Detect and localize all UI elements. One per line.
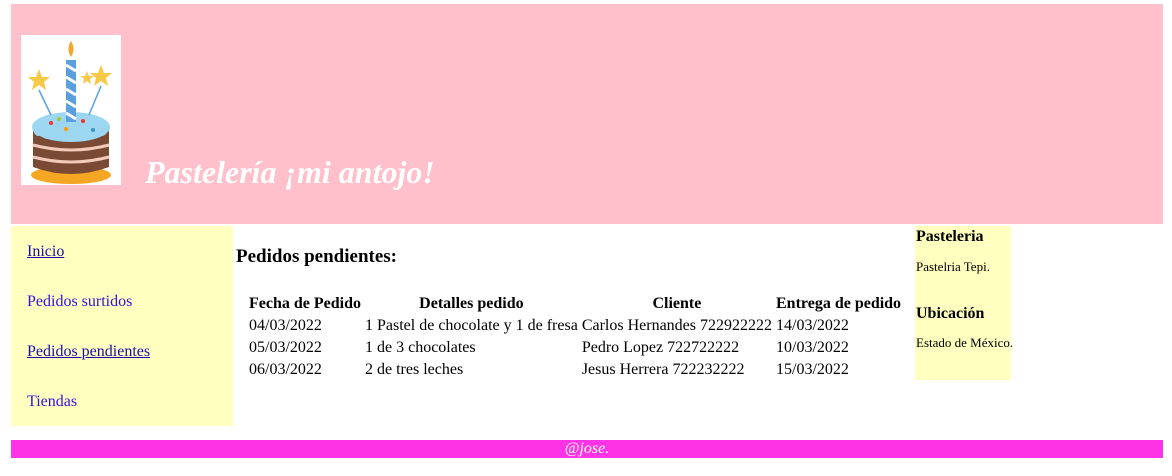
cell-detalles: 1 Pastel de chocolate y 1 de fresa <box>365 317 578 334</box>
nav-link-pedidos-pendientes[interactable]: Pedidos pendientes <box>27 343 150 361</box>
ubicacion-text: Estado de México. <box>916 335 1014 350</box>
column-header-cliente: Cliente <box>652 295 702 312</box>
site-header: Pastelería ¡mi antojo! <box>11 4 1163 224</box>
pasteleria-text: Pastelria Tepi. <box>916 259 990 274</box>
page-heading: Pedidos pendientes: <box>236 246 397 267</box>
pending-orders-table: Fecha de Pedido Detalles pedido Cliente … <box>246 293 904 381</box>
info-aside: Pasteleria Pastelria Tepi. Ubicación Est… <box>915 226 1014 380</box>
cell-entrega: 14/03/2022 <box>776 317 849 334</box>
table-header-row: Fecha de Pedido Detalles pedido Cliente … <box>248 293 902 315</box>
cell-cliente: Jesus Herrera 722232222 <box>581 361 745 378</box>
table-row: 05/03/2022 1 de 3 chocolates Pedro Lopez… <box>248 337 902 359</box>
table-row: 04/03/2022 1 Pastel de chocolate y 1 de … <box>248 315 902 337</box>
cell-detalles: 1 de 3 chocolates <box>365 339 476 356</box>
site-footer: @jose. <box>11 440 1163 458</box>
cell-entrega: 15/03/2022 <box>776 361 849 378</box>
main-content: Pedidos pendientes: Fecha de Pedido Deta… <box>236 226 912 426</box>
cell-fecha: 04/03/2022 <box>249 317 322 334</box>
pasteleria-heading: Pasteleria <box>916 228 984 245</box>
cell-fecha: 05/03/2022 <box>249 339 322 356</box>
site-title: Pastelería ¡mi antojo! <box>145 154 435 190</box>
ubicacion-heading: Ubicación <box>916 305 985 322</box>
cell-entrega: 10/03/2022 <box>776 339 849 356</box>
nav-link-inicio[interactable]: Inicio <box>27 243 64 261</box>
column-header-detalles: Detalles pedido <box>419 295 524 312</box>
cell-fecha: 06/03/2022 <box>249 361 322 378</box>
nav-link-tiendas[interactable]: Tiendas <box>27 393 77 411</box>
cell-cliente: Carlos Hernandes 722922222 <box>581 317 772 334</box>
column-header-fecha: Fecha de Pedido <box>249 295 361 312</box>
sidebar-nav: Inicio Pedidos surtidos Pedidos pendient… <box>11 226 233 426</box>
table-row: 06/03/2022 2 de tres leches Jesus Herrer… <box>248 359 902 381</box>
column-header-entrega: Entrega de pedido <box>776 295 902 312</box>
cell-detalles: 2 de tres leches <box>365 361 464 378</box>
nav-link-pedidos-surtidos[interactable]: Pedidos surtidos <box>27 293 132 311</box>
cake-logo-icon <box>21 35 121 185</box>
cell-cliente: Pedro Lopez 722722222 <box>581 339 740 356</box>
footer-text: @jose. <box>564 440 610 457</box>
